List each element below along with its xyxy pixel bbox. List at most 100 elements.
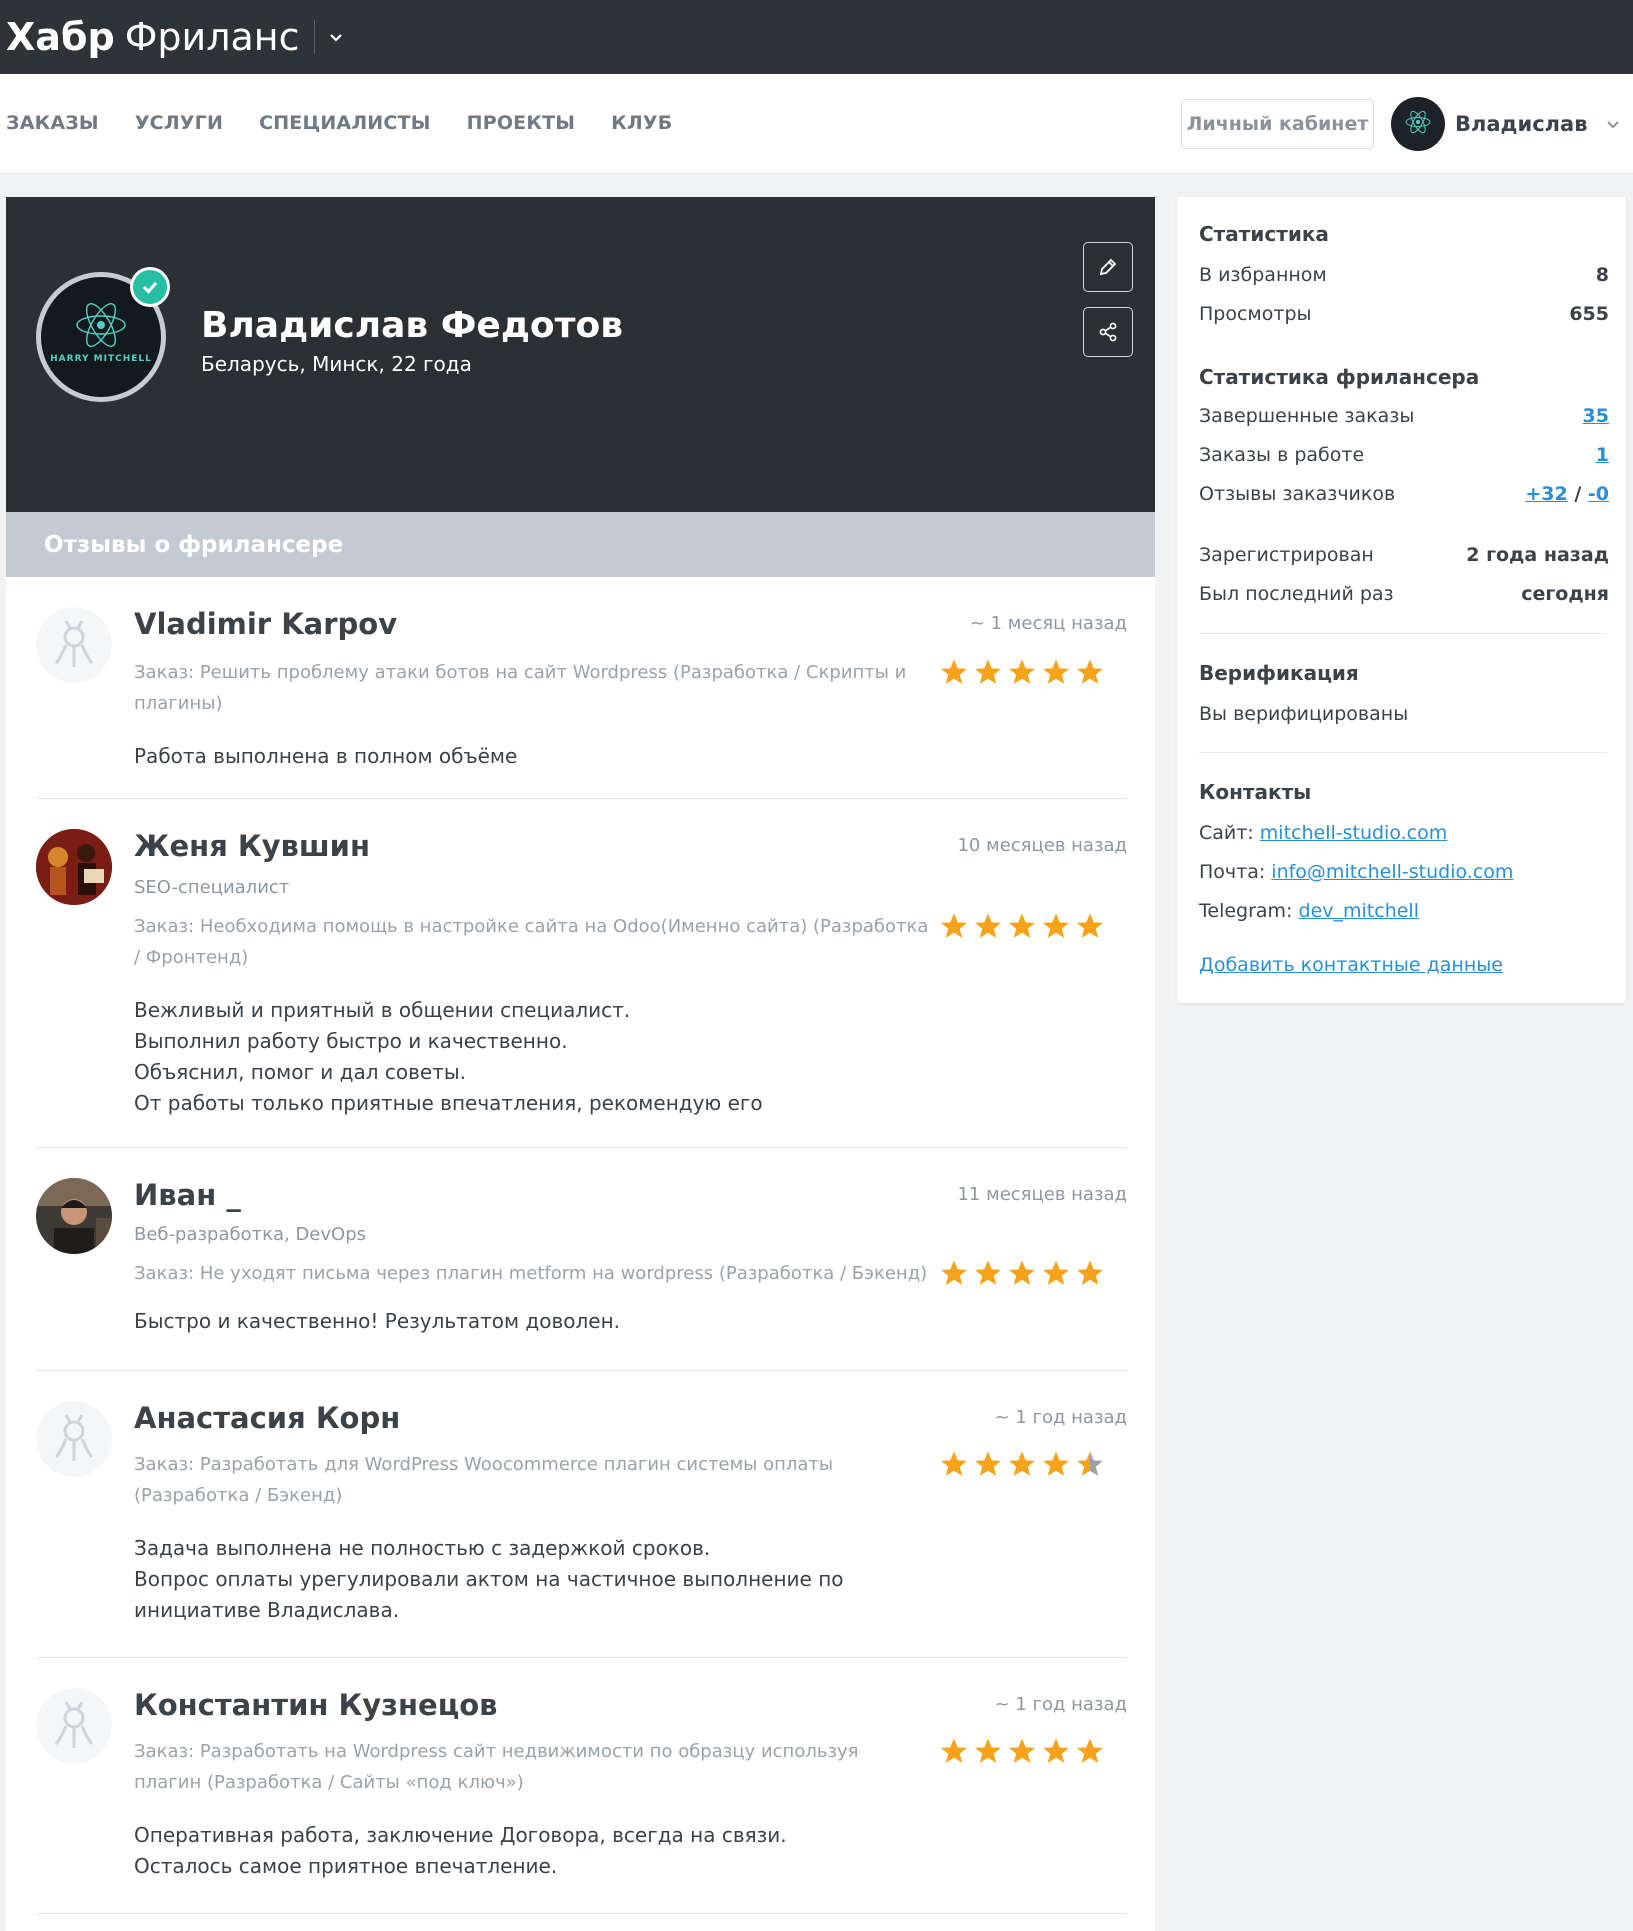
stat-in-work: Заказы в работе 1 [1199, 444, 1609, 466]
default-avatar-icon [36, 1401, 112, 1477]
review-order[interactable]: Заказ: Необходима помощь в настройке сай… [134, 911, 929, 973]
review-order[interactable]: Заказ: Не уходят письма через плагин met… [134, 1258, 944, 1289]
contact-telegram: Telegram: dev_mitchell [1199, 900, 1609, 922]
reviews-separator: / [1574, 483, 1582, 505]
nav-item-orders[interactable]: ЗАКАЗЫ [6, 112, 99, 134]
logo-divider [313, 20, 315, 54]
nav-item-club[interactable]: КЛУБ [611, 112, 672, 134]
nav-item-services[interactable]: УСЛУГИ [135, 112, 223, 134]
default-avatar-icon [36, 1688, 112, 1764]
user-menu[interactable]: Владислав [1391, 96, 1620, 152]
review-item: Иван _ 11 месяцев назад Веб-разработка, … [36, 1148, 1127, 1371]
stat-last-seen: Был последний раз сегодня [1199, 583, 1609, 605]
rating-stars [939, 1450, 1105, 1478]
star-icon [1009, 1738, 1035, 1763]
user-photo [36, 829, 112, 905]
divider [1199, 752, 1607, 753]
avatar[interactable] [36, 1688, 112, 1764]
review-item: Женя Кувшин 10 месяцев назад SEO-специал… [36, 799, 1127, 1148]
stat-value: 8 [1595, 264, 1609, 286]
stat-label: В избранном [1199, 264, 1327, 286]
review-author-specialization: Веб-разработка, DevOps [134, 1224, 367, 1245]
review-text: Быстро и качественно! Результатом доволе… [134, 1309, 621, 1333]
review-order[interactable]: Заказ: Разработать на Wordpress сайт нед… [134, 1736, 929, 1798]
review-time: ~ 1 месяц назад [969, 613, 1127, 634]
review-time: ~ 1 год назад [994, 1694, 1127, 1715]
reviews-counts: +32 / -0 [1525, 483, 1609, 505]
review-text: Вежливый и приятный в общении специалист… [134, 998, 763, 1115]
star-icon [1077, 1260, 1103, 1285]
logo-product: Фриланс [124, 15, 300, 59]
rating-stars [939, 658, 1105, 686]
star-icon [1009, 659, 1035, 684]
avatar[interactable] [36, 607, 112, 683]
profile-location: Беларусь, Минск, 22 года [201, 352, 472, 376]
star-icon [1043, 1260, 1069, 1285]
stat-favorites: В избранном 8 [1199, 264, 1609, 286]
review-author[interactable]: Иван _ [134, 1178, 241, 1212]
review-item: Константин Кузнецов ~ 1 год назад Заказ:… [36, 1658, 1127, 1914]
verification-status: Вы верифицированы [1199, 703, 1409, 725]
telegram-link[interactable]: dev_mitchell [1299, 900, 1419, 922]
star-icon [975, 659, 1001, 684]
star-icon [941, 1260, 967, 1285]
chevron-down-icon[interactable] [329, 30, 343, 44]
main-nav: ЗАКАЗЫ УСЛУГИ СПЕЦИАЛИСТЫ ПРОЕКТЫ КЛУБ Л… [0, 74, 1633, 174]
star-icon [975, 1451, 1001, 1476]
review-text: Работа выполнена в полном объёме [134, 744, 518, 768]
stat-label: Заказы в работе [1199, 444, 1365, 466]
review-author[interactable]: Vladimir Karpov [134, 607, 397, 641]
stats-title: Статистика [1199, 222, 1329, 246]
reviews-header: Отзывы о фрилансере [6, 512, 1155, 577]
contact-label: Сайт: [1199, 822, 1254, 844]
star-icon [975, 913, 1001, 938]
orders-in-work-link[interactable]: 1 [1596, 444, 1609, 466]
share-icon [1099, 322, 1117, 342]
review-author[interactable]: Константин Кузнецов [134, 1688, 497, 1722]
freelancer-stats-title: Статистика фрилансера [1199, 365, 1480, 389]
check-icon [142, 282, 158, 294]
review-order[interactable]: Заказ: Разработать для WordPress Woocomm… [134, 1449, 929, 1511]
verification-title: Верификация [1199, 661, 1359, 685]
chevron-down-icon[interactable] [1606, 117, 1620, 131]
star-icon [1077, 1738, 1103, 1763]
reviews-title: Отзывы о фрилансере [44, 532, 344, 558]
profile-main: HARRY MITCHELL Владислав Федотов Беларус… [6, 197, 1155, 1931]
user-photo [36, 1178, 112, 1254]
review-author[interactable]: Женя Кувшин [134, 829, 370, 863]
mail-link[interactable]: info@mitchell-studio.com [1271, 861, 1513, 883]
review-author[interactable]: Анастасия Корн [134, 1401, 400, 1435]
star-icon [975, 1260, 1001, 1285]
avatar[interactable] [36, 1401, 112, 1477]
atom-logo-icon [1405, 110, 1431, 134]
add-contacts: Добавить контактные данные [1199, 954, 1609, 976]
verified-badge [130, 267, 170, 307]
star-icon [1043, 1738, 1069, 1763]
star-icon [941, 1738, 967, 1763]
edit-profile-button[interactable] [1083, 242, 1133, 292]
star-icon [1009, 1260, 1035, 1285]
star-icon [1043, 1451, 1069, 1476]
personal-cabinet-button[interactable]: Личный кабинет [1181, 99, 1374, 149]
site-link[interactable]: mitchell-studio.com [1260, 822, 1447, 844]
nav-item-specialists[interactable]: СПЕЦИАЛИСТЫ [259, 112, 431, 134]
stat-label: Завершенные заказы [1199, 405, 1415, 427]
star-icon [1009, 913, 1035, 938]
rating-stars [939, 912, 1105, 940]
completed-orders-link[interactable]: 35 [1583, 405, 1609, 427]
avatar[interactable] [36, 1178, 112, 1254]
avatar[interactable] [36, 829, 112, 905]
positive-reviews-link[interactable]: +32 [1525, 483, 1567, 505]
review-time: 10 месяцев назад [957, 835, 1127, 856]
nav-item-projects[interactable]: ПРОЕКТЫ [467, 112, 576, 134]
review-order[interactable]: Заказ: Решить проблему атаки ботов на са… [134, 657, 929, 719]
stat-value: сегодня [1521, 583, 1609, 605]
habr-freelance-logo[interactable]: Хабр Фриланс [6, 15, 300, 59]
logo-brand: Хабр [6, 15, 115, 59]
share-profile-button[interactable] [1083, 307, 1133, 357]
stat-reviews: Отзывы заказчиков +32 / -0 [1199, 483, 1609, 505]
stat-label: Зарегистрирован [1199, 544, 1374, 566]
add-contacts-link[interactable]: Добавить контактные данные [1199, 954, 1503, 976]
stat-completed: Завершенные заказы 35 [1199, 405, 1609, 427]
negative-reviews-link[interactable]: -0 [1588, 483, 1609, 505]
